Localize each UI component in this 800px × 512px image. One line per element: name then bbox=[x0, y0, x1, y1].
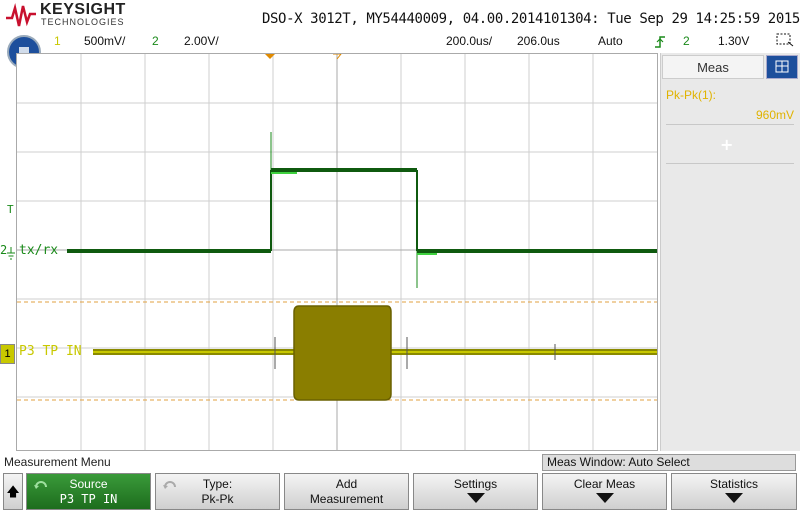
ch1-scale[interactable]: 500mV/ bbox=[84, 34, 125, 48]
trigger-source: 2 bbox=[683, 34, 690, 48]
softkey-add-measurement[interactable]: Add Measurement bbox=[284, 473, 409, 510]
ch1-ground-marker[interactable]: 1 bbox=[0, 344, 15, 364]
ch2-trace bbox=[67, 132, 657, 288]
grid-icon bbox=[775, 60, 789, 73]
zoom-box-icon[interactable] bbox=[776, 33, 794, 47]
add-measurement-icon[interactable]: + bbox=[720, 135, 733, 154]
softkey-statistics-label: Statistics bbox=[709, 477, 758, 491]
ch2-trace-label: tx/rx bbox=[19, 243, 59, 258]
measurement-value: 960mV bbox=[755, 108, 794, 122]
waveform-display[interactable] bbox=[16, 53, 658, 451]
trigger-mode[interactable]: Auto bbox=[598, 34, 623, 48]
meas-window-status: Meas Window: Auto Select bbox=[542, 454, 796, 471]
softkey-type-value: Pk-Pk bbox=[201, 492, 234, 506]
softkey-add-label: Add bbox=[335, 477, 358, 491]
waveform-graticule bbox=[17, 54, 657, 450]
timebase-scale[interactable]: 200.0us/ bbox=[446, 34, 492, 48]
softkey-clear-meas[interactable]: Clear Meas bbox=[542, 473, 667, 510]
softkey-settings[interactable]: Settings bbox=[413, 473, 538, 510]
submenu-arrow-icon bbox=[725, 493, 743, 503]
softkey-source[interactable]: Source P3 TP IN bbox=[26, 473, 151, 510]
knob-rotate-icon bbox=[163, 481, 176, 489]
brand-subtitle: TECHNOLOGIES bbox=[41, 17, 125, 27]
ch2-scale[interactable]: 2.00V/ bbox=[184, 34, 219, 48]
softkey-clear-label: Clear Meas bbox=[573, 477, 636, 491]
ch1-number: 1 bbox=[54, 34, 61, 48]
up-arrow-icon: 🡅 bbox=[6, 485, 20, 500]
softkey-type[interactable]: Type: Pk-Pk bbox=[155, 473, 280, 510]
softkey-source-value: P3 TP IN bbox=[59, 492, 118, 506]
trigger-level-marker: T bbox=[7, 203, 14, 216]
trigger-edge-icon bbox=[655, 36, 665, 48]
measurement-name: Pk-Pk(1): bbox=[666, 88, 717, 102]
knob-rotate-icon bbox=[34, 481, 47, 489]
ch1-trace bbox=[93, 305, 657, 401]
submenu-arrow-icon bbox=[466, 493, 485, 503]
ch2-number: 2 bbox=[152, 34, 159, 48]
tab-settings[interactable] bbox=[766, 55, 798, 79]
submenu-arrow-icon bbox=[595, 493, 614, 503]
tab-meas[interactable]: Meas bbox=[662, 55, 764, 79]
meas-divider bbox=[666, 124, 794, 125]
keysight-logo-icon bbox=[6, 3, 36, 27]
model-info-line: DSO-X 3012T, MY54440009, 04.00.201410130… bbox=[262, 11, 800, 27]
horizontal-delay[interactable]: 206.0us bbox=[517, 34, 560, 48]
menu-up-button[interactable]: 🡅 bbox=[3, 473, 23, 510]
ground-icon bbox=[7, 247, 15, 260]
meas-divider-2 bbox=[666, 163, 794, 164]
softkey-statistics[interactable]: Statistics bbox=[671, 473, 797, 510]
ch1-trace-label: P3 TP IN bbox=[19, 344, 82, 359]
softkey-settings-label: Settings bbox=[453, 477, 498, 491]
softkey-add-label-2: Measurement bbox=[309, 492, 384, 506]
menu-title: Measurement Menu bbox=[4, 455, 111, 469]
trigger-level[interactable]: 1.30V bbox=[718, 34, 749, 48]
